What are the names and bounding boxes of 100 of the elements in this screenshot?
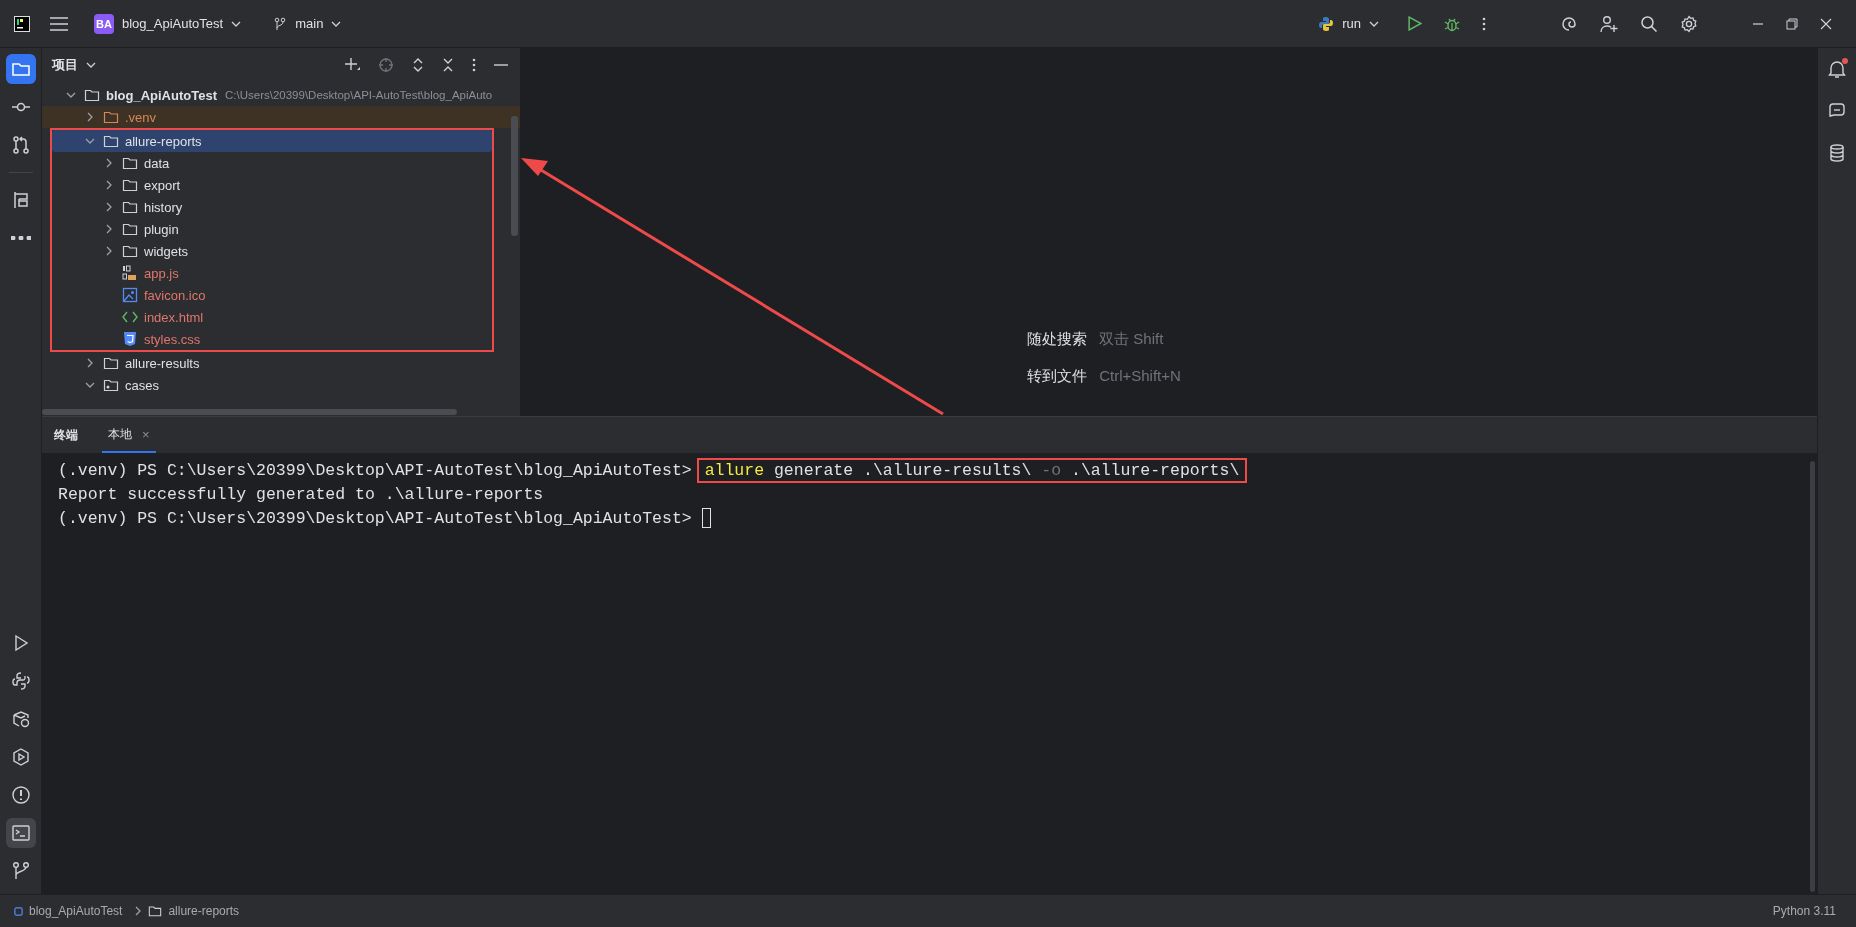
database-icon — [1827, 143, 1847, 163]
notification-dot — [1842, 58, 1848, 64]
tree-item[interactable]: app.js — [52, 262, 492, 284]
project-view-selector[interactable]: 项目 — [46, 55, 102, 75]
tree-item-label: .venv — [125, 109, 157, 125]
more-icon[interactable] — [1482, 16, 1486, 31]
terminal-output: Report successfully generated to .\allure-reports — [58, 484, 544, 504]
bell-icon — [1827, 59, 1847, 79]
menu-icon[interactable] — [50, 16, 68, 31]
breadcrumb[interactable]: blog_ApiAutoTest — [29, 904, 123, 918]
locate-icon[interactable] — [378, 57, 394, 73]
interpreter-indicator[interactable]: Python 3.11 — [1772, 904, 1836, 918]
tree-item-label: blog_ApiAutoTest — [106, 87, 217, 103]
branch-switcher[interactable]: main — [267, 12, 348, 35]
tree-item-label: app.js — [144, 265, 179, 281]
collapse-all-icon[interactable] — [442, 57, 454, 73]
terminal-prompt: (.venv) PS C:\Users\20399\Desktop\API-AutoTest\blog_ApiAutoTest> — [58, 460, 692, 480]
hint-shortcut: Ctrl+Shift+N — [1099, 367, 1181, 386]
close-icon[interactable] — [1820, 17, 1832, 30]
hide-icon[interactable] — [494, 63, 508, 67]
chevron-down-icon[interactable] — [66, 90, 76, 100]
tree-item[interactable]: favicon.ico — [52, 284, 492, 306]
scrollbar[interactable] — [511, 116, 518, 236]
scrollbar[interactable] — [1810, 461, 1815, 892]
chevron-right-icon[interactable] — [104, 246, 114, 256]
terminal-tab[interactable]: 本地 × — [102, 417, 156, 453]
chevron-down-icon[interactable] — [85, 380, 95, 390]
python-icon — [1318, 15, 1335, 32]
chevron-down-icon — [86, 62, 96, 68]
search-icon[interactable] — [1640, 14, 1658, 33]
warning-icon — [10, 785, 31, 805]
hint-action: 转到文件 — [1027, 367, 1088, 386]
terminal-tool-button[interactable] — [5, 818, 36, 848]
folder-icon — [122, 155, 138, 171]
folder-icon — [122, 199, 138, 215]
settings-icon[interactable] — [1680, 14, 1698, 33]
tree-item[interactable]: blog_ApiAutoTest C:\Users\20399\Desktop\API-AutoTest\blog_ApiAuto — [42, 84, 516, 106]
tree-item[interactable]: index.html — [52, 306, 492, 328]
restore-icon[interactable] — [1786, 17, 1798, 30]
python-icon — [10, 671, 31, 691]
tree-item[interactable]: styles.css — [52, 328, 492, 350]
project-tool-button[interactable] — [5, 54, 36, 84]
code-file-icon — [122, 309, 138, 325]
chevron-right-icon[interactable] — [85, 112, 95, 122]
stylesheet-file-icon — [122, 331, 138, 347]
add-user-icon[interactable] — [1600, 14, 1618, 33]
tree-item[interactable]: .venv — [42, 106, 520, 128]
chevron-right-icon[interactable] — [104, 180, 114, 190]
tree-item[interactable]: allure-results — [42, 352, 516, 374]
project-switcher[interactable]: BA blog_ApiAutoTest — [88, 9, 248, 38]
image-file-icon — [122, 287, 138, 303]
tree-item-label: allure-results — [125, 355, 200, 371]
chevron-down-icon[interactable] — [85, 136, 95, 146]
package-icon — [10, 709, 31, 729]
add-icon[interactable] — [344, 57, 360, 73]
tree-item[interactable]: export — [52, 174, 492, 196]
tree-item[interactable]: data — [52, 152, 492, 174]
tree-item-label: favicon.ico — [144, 287, 206, 303]
tree-item[interactable]: history — [52, 196, 492, 218]
chevron-right-icon[interactable] — [85, 358, 95, 368]
tree-item[interactable]: cases — [42, 374, 516, 396]
folder-icon — [103, 133, 119, 149]
script-file-icon — [122, 265, 138, 281]
run-icon[interactable] — [1407, 16, 1422, 31]
more-icon[interactable] — [472, 58, 476, 72]
chevron-right-icon[interactable] — [104, 158, 114, 168]
chevron-right-icon[interactable] — [104, 202, 114, 212]
tree-item-label: data — [144, 155, 170, 171]
project-path: C:\Users\20399\Desktop\API-AutoTest\blog_ApiAuto — [225, 89, 493, 101]
chevron-right-icon[interactable] — [104, 224, 114, 234]
folder-icon — [103, 109, 119, 125]
hint-shortcut: 双击 Shift — [1099, 330, 1164, 349]
tree-item-label: history — [144, 199, 183, 215]
tree-item-label: widgets — [144, 243, 189, 259]
tree-item-label: styles.css — [144, 331, 201, 347]
chevron-right-icon — [134, 906, 143, 916]
spiral-icon[interactable] — [1560, 14, 1578, 33]
run-config-selector[interactable]: run — [1312, 11, 1385, 36]
tree-item[interactable]: widgets — [52, 240, 492, 262]
tree-item[interactable]: plugin — [52, 218, 492, 240]
breadcrumb[interactable]: allure-reports — [168, 904, 240, 918]
folder-icon — [84, 87, 100, 103]
folder-icon — [122, 243, 138, 259]
terminal-icon — [10, 823, 31, 843]
branch-merge-icon — [10, 135, 31, 155]
hint-action: 随处搜索 — [1027, 330, 1088, 349]
git-branch-icon — [273, 16, 288, 31]
tree-item[interactable]: allure-reports — [52, 130, 492, 152]
git-branch-icon — [10, 861, 31, 881]
expand-all-icon[interactable] — [412, 57, 424, 73]
tree-item-label: plugin — [144, 221, 179, 237]
chevron-down-icon — [1369, 20, 1379, 27]
folder-icon — [122, 221, 138, 237]
tree-item-label: index.html — [144, 309, 204, 325]
close-tab-button[interactable]: × — [142, 426, 150, 442]
scrollbar[interactable] — [42, 409, 457, 415]
terminal-prompt: (.venv) PS C:\Users\20399\Desktop\API-AutoTest\blog_ApiAutoTest> — [58, 508, 692, 528]
chevron-down-icon — [231, 20, 242, 27]
services-icon — [10, 747, 31, 767]
folder-icon — [103, 355, 119, 371]
